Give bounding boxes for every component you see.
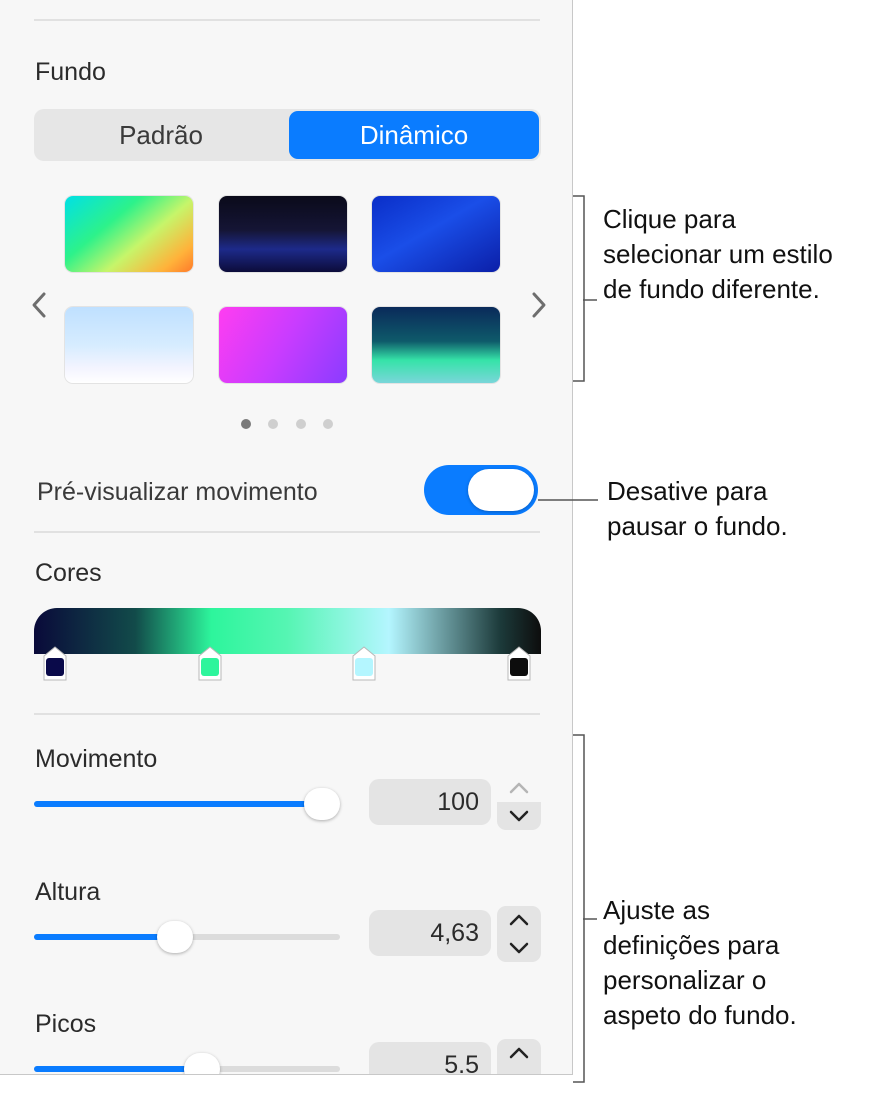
color-stop-2[interactable] [197, 646, 223, 682]
background-thumbnail-magenta[interactable] [219, 307, 347, 383]
preview-motion-label: Pré-visualizar movimento [37, 478, 318, 506]
peaks-slider-knob[interactable] [184, 1053, 220, 1074]
height-slider-fill [34, 934, 175, 940]
top-divider [34, 19, 540, 21]
background-thumbnail-rainbow[interactable] [65, 196, 193, 272]
callout-line-pause [538, 489, 600, 507]
background-thumbnail-blue[interactable] [372, 196, 500, 272]
segment-standard[interactable]: Padrão [36, 111, 286, 159]
chevron-up-icon[interactable] [497, 906, 541, 934]
callout-pause-text: Desative para pausar o fundo. [607, 476, 788, 541]
background-thumbnail-peaks[interactable] [372, 307, 500, 383]
page-dot-3[interactable] [296, 419, 306, 429]
color-stop-swatch [510, 658, 528, 676]
peaks-slider-fill [34, 1066, 202, 1072]
chevron-down-icon[interactable] [497, 934, 541, 962]
callout-style-text: Clique para selecionar um estilo de fund… [603, 204, 833, 304]
color-stop-swatch [201, 658, 219, 676]
divider-preview [34, 531, 540, 533]
background-thumbnail-sky[interactable] [65, 307, 193, 383]
colors-section-title: Cores [35, 559, 102, 587]
color-stop-1[interactable] [42, 646, 68, 682]
color-stop-swatch [46, 658, 64, 676]
motion-stepper[interactable] [497, 774, 541, 830]
background-inspector-panel: Fundo Padrão Dinâmico Pré-visualizar mov… [0, 0, 573, 1075]
height-value-field[interactable]: 4,63 [369, 910, 491, 956]
motion-label: Movimento [35, 745, 158, 773]
divider-colors [34, 713, 540, 715]
chevron-up-icon[interactable] [497, 774, 541, 802]
page-dot-4[interactable] [323, 419, 333, 429]
chevron-down-icon[interactable] [497, 802, 541, 830]
color-stop-swatch [355, 658, 373, 676]
peaks-stepper[interactable] [497, 1039, 541, 1074]
peaks-label: Picos [35, 1010, 97, 1038]
motion-slider-fill [34, 801, 325, 807]
motion-slider[interactable] [34, 788, 340, 820]
callout-line-style [583, 289, 599, 307]
chevron-left-icon[interactable] [28, 290, 52, 320]
callout-line-adjust [583, 908, 599, 926]
chevron-up-icon[interactable] [497, 1039, 541, 1067]
segment-dynamic[interactable]: Dinâmico [289, 111, 539, 159]
height-slider[interactable] [34, 921, 340, 953]
color-gradient-bar[interactable] [34, 608, 541, 654]
chevron-down-icon[interactable] [497, 1067, 541, 1074]
page-dot-2[interactable] [268, 419, 278, 429]
height-label: Altura [35, 878, 101, 906]
peaks-slider[interactable] [34, 1053, 340, 1074]
callout-adjust-text: Ajuste as definições para personalizar o… [603, 895, 797, 1030]
background-section-title: Fundo [35, 58, 106, 86]
peaks-value-field[interactable]: 5.5 [369, 1042, 491, 1074]
page-dot-1[interactable] [241, 419, 251, 429]
motion-slider-knob[interactable] [304, 788, 340, 820]
chevron-right-icon[interactable] [526, 290, 550, 320]
background-type-segmented-control: Padrão Dinâmico [34, 109, 541, 161]
background-thumbnail-night[interactable] [219, 196, 347, 272]
height-stepper[interactable] [497, 906, 541, 962]
toggle-knob [468, 469, 534, 511]
preview-motion-toggle[interactable] [424, 465, 538, 515]
motion-value-field[interactable]: 100 [369, 779, 491, 825]
color-stop-4[interactable] [506, 646, 532, 682]
height-slider-knob[interactable] [157, 921, 193, 953]
color-stop-3[interactable] [351, 646, 377, 682]
